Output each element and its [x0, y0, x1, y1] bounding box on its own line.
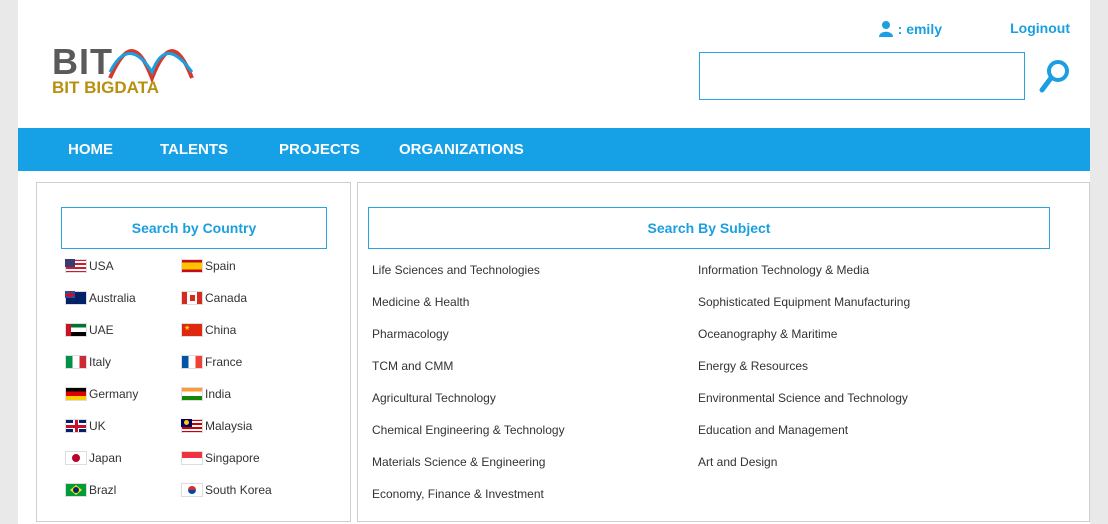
brazil-flag-icon — [65, 483, 87, 497]
country-malaysia[interactable]: Malaysia — [181, 419, 252, 433]
us-flag-icon — [65, 259, 87, 273]
italy-flag-icon — [65, 355, 87, 369]
india-flag-icon — [181, 387, 203, 401]
search-icon[interactable] — [1038, 58, 1072, 94]
country-australia[interactable]: Australia — [65, 291, 136, 305]
nav-talents[interactable]: TALENTS — [160, 141, 228, 158]
user-name: : emily — [897, 20, 942, 37]
subject-link[interactable]: Chemical Engineering & Technology — [372, 423, 565, 437]
user-icon — [878, 21, 893, 37]
spain-flag-icon — [181, 259, 203, 273]
country-india[interactable]: India — [181, 387, 231, 401]
subject-link[interactable]: Education and Management — [698, 423, 848, 437]
subject-link[interactable]: Oceanography & Maritime — [698, 327, 837, 341]
logo-wave-icon — [108, 49, 194, 82]
subject-link[interactable]: Life Sciences and Technologies — [372, 263, 540, 277]
main-nav: HOME TALENTS PROJECTS ORGANIZATIONS — [18, 128, 1090, 171]
subject-link[interactable]: Agricultural Technology — [372, 391, 496, 405]
subject-link[interactable]: Energy & Resources — [698, 359, 808, 373]
nav-organizations[interactable]: ORGANIZATIONS — [399, 141, 524, 158]
logo-tagline: BIT BIGDATA — [52, 78, 160, 97]
country-uk[interactable]: UK — [65, 419, 106, 433]
logo[interactable]: BIT BIT BIGDATA — [52, 44, 202, 104]
country-panel-title: Search by Country — [61, 207, 327, 249]
singapore-flag-icon — [181, 451, 203, 465]
country-usa[interactable]: USA — [65, 259, 114, 273]
china-flag-icon: ★ — [181, 323, 203, 337]
south-korea-flag-icon — [181, 483, 203, 497]
country-south-korea[interactable]: South Korea — [181, 483, 272, 497]
logout-link[interactable]: Loginout — [1010, 20, 1070, 36]
subject-link[interactable]: Pharmacology — [372, 327, 449, 341]
uk-flag-icon — [65, 419, 87, 433]
subject-panel-title: Search By Subject — [368, 207, 1050, 249]
japan-flag-icon — [65, 451, 87, 465]
country-canada[interactable]: Canada — [181, 291, 247, 305]
germany-flag-icon — [65, 387, 87, 401]
country-china[interactable]: ★ China — [181, 323, 236, 337]
page: BIT BIT BIGDATA : emily Loginout HOME TA… — [18, 0, 1090, 524]
country-spain[interactable]: Spain — [181, 259, 236, 273]
country-brazil[interactable]: Brazl — [65, 483, 116, 497]
canada-flag-icon — [181, 291, 203, 305]
subject-link[interactable]: Medicine & Health — [372, 295, 469, 309]
nav-projects[interactable]: PROJECTS — [279, 141, 360, 158]
user-info[interactable]: : emily — [878, 20, 942, 37]
uae-flag-icon — [65, 323, 87, 337]
subject-panel: Search By Subject Life Sciences and Tech… — [357, 182, 1090, 522]
country-germany[interactable]: Germany — [65, 387, 138, 401]
subject-link[interactable]: Sophisticated Equipment Manufacturing — [698, 295, 910, 309]
subject-link[interactable]: Information Technology & Media — [698, 263, 869, 277]
country-singapore[interactable]: Singapore — [181, 451, 260, 465]
search-input[interactable] — [699, 52, 1025, 100]
country-panel: Search by Country USA Spain Australia Ca… — [36, 182, 351, 522]
nav-home[interactable]: HOME — [68, 141, 113, 158]
subject-link[interactable]: Art and Design — [698, 455, 777, 469]
country-japan[interactable]: Japan — [65, 451, 122, 465]
country-italy[interactable]: Italy — [65, 355, 111, 369]
country-uae[interactable]: UAE — [65, 323, 114, 337]
subject-link[interactable]: Environmental Science and Technology — [698, 391, 908, 405]
australia-flag-icon — [65, 291, 87, 305]
logo-text: BIT — [52, 41, 113, 82]
france-flag-icon — [181, 355, 203, 369]
subject-link[interactable]: Materials Science & Engineering — [372, 455, 545, 469]
country-france[interactable]: France — [181, 355, 242, 369]
subject-link[interactable]: TCM and CMM — [372, 359, 453, 373]
subject-link[interactable]: Economy, Finance & Investment — [372, 487, 544, 501]
malaysia-flag-icon — [181, 419, 203, 433]
